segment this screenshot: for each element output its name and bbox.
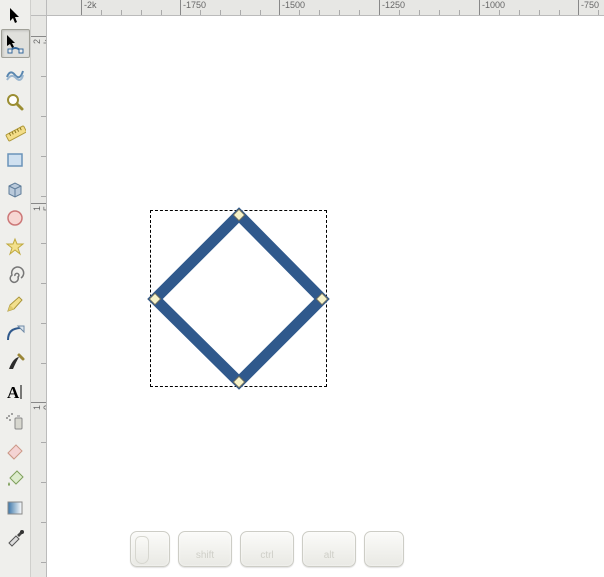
tweak-tool[interactable] <box>1 58 30 87</box>
calligraphy-tool[interactable] <box>1 348 30 377</box>
shift-key-status: shift <box>178 531 232 567</box>
bezier-tool[interactable] <box>1 319 30 348</box>
selected-shape[interactable] <box>47 16 604 576</box>
blank-key-status <box>364 531 404 567</box>
text-tool[interactable]: A <box>1 377 30 406</box>
spray-tool[interactable] <box>1 406 30 435</box>
eraser-tool[interactable] <box>1 435 30 464</box>
gradient-tool[interactable] <box>1 493 30 522</box>
rectangle-tool[interactable] <box>1 145 30 174</box>
alt-key-status: alt <box>302 531 356 567</box>
circle-tool[interactable] <box>1 203 30 232</box>
measure-tool[interactable] <box>1 116 30 145</box>
modifier-keys-display: shift ctrl alt <box>130 526 404 571</box>
dropper-tool[interactable] <box>1 522 30 551</box>
3dbox-tool[interactable] <box>1 174 30 203</box>
node-tool[interactable] <box>1 29 30 58</box>
selector-tool[interactable] <box>1 0 30 29</box>
spiral-tool[interactable] <box>1 261 30 290</box>
svg-text:A: A <box>7 383 20 402</box>
bucket-tool[interactable] <box>1 464 30 493</box>
ctrl-key-status: ctrl <box>240 531 294 567</box>
main-area: -2k-1750-1500-1250-1000-750 2 k1 5 0 01 … <box>31 0 604 577</box>
ruler-origin[interactable] <box>31 0 47 16</box>
toolbox: A <box>0 0 31 577</box>
mouse-status-key <box>130 531 170 567</box>
ruler-vertical[interactable]: 2 k1 5 0 01 0 0 0 <box>31 16 47 577</box>
zoom-tool[interactable] <box>1 87 30 116</box>
pencil-tool[interactable] <box>1 290 30 319</box>
ruler-horizontal[interactable]: -2k-1750-1500-1250-1000-750 <box>47 0 604 16</box>
diamond-path[interactable] <box>155 215 322 382</box>
star-tool[interactable] <box>1 232 30 261</box>
canvas[interactable]: shift ctrl alt <box>47 16 604 577</box>
